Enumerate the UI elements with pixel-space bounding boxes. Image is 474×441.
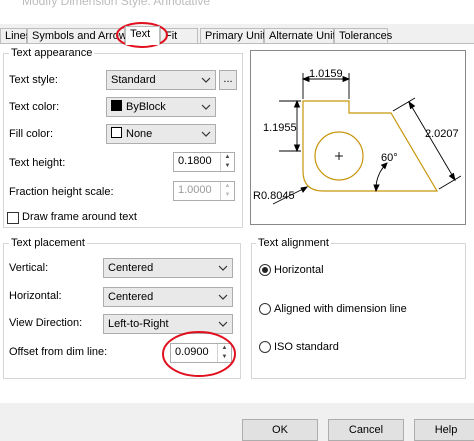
- spinner-buttons[interactable]: ▲ ▼: [217, 344, 231, 362]
- offset-value: 0.0900: [175, 346, 209, 358]
- text-color-value: ByBlock: [126, 101, 166, 113]
- fraction-height-label: Fraction height scale:: [9, 186, 114, 198]
- fill-color-select[interactable]: None: [106, 124, 216, 144]
- horizontal-value: Centered: [108, 291, 154, 303]
- dim-left-text: 1.1955: [263, 122, 297, 134]
- dimension-preview-drawing: 1.0159 1.1955 2.0207 60° R0.8045: [253, 68, 462, 205]
- tab-lines[interactable]: Lines: [0, 28, 31, 44]
- text-height-label: Text height:: [9, 157, 66, 169]
- fill-color-label: Fill color:: [9, 128, 54, 140]
- dim-right-text: 2.0207: [425, 128, 459, 140]
- spin-down-icon[interactable]: ▼: [221, 162, 234, 171]
- spin-down-icon: ▼: [224, 192, 231, 198]
- dim-top-text: 1.0159: [309, 68, 343, 80]
- radio-iso-standard[interactable]: [259, 341, 271, 353]
- chevron-down-icon: [201, 77, 211, 83]
- tab-fit[interactable]: Fit: [160, 28, 198, 44]
- offset-spinner[interactable]: 0.0900 ▲ ▼: [170, 343, 232, 363]
- dim-angle-text: 60°: [381, 152, 398, 164]
- spin-down-icon[interactable]: ▼: [218, 353, 231, 362]
- fill-color-value: None: [126, 128, 153, 140]
- radio-iso-label: ISO standard: [274, 341, 339, 353]
- part-outline: [302, 100, 439, 192]
- tab-text[interactable]: Text: [125, 26, 160, 45]
- text-style-value: Standard: [111, 74, 156, 86]
- draw-frame-label: Draw frame around text: [22, 211, 137, 223]
- radio-horizontal-label: Horizontal: [274, 264, 324, 276]
- chevron-down-icon: [201, 131, 211, 137]
- tab-primary-units[interactable]: Primary Units: [200, 28, 271, 44]
- view-direction-value: Left-to-Right: [108, 318, 169, 330]
- spinner-buttons[interactable]: ▲ ▼: [220, 153, 234, 171]
- tab-strip: Lines Symbols and Arrows Text Fit Primar…: [0, 26, 474, 45]
- fraction-height-spinner: 1.0000 ▲ ▼: [173, 181, 235, 201]
- chevron-down-icon: [218, 321, 228, 327]
- radio-aligned-label: Aligned with dimension line: [274, 303, 407, 315]
- text-alignment-legend: Text alignment: [256, 237, 331, 249]
- tab-tolerances[interactable]: Tolerances: [334, 28, 392, 44]
- dimension-preview: 1.0159 1.1955 2.0207 60° R0.8045: [250, 50, 466, 225]
- text-style-browse-button[interactable]: ...: [219, 70, 237, 90]
- title-bar: Modify Dimension Style: Annotative: [0, 0, 474, 24]
- draw-frame-checkbox[interactable]: [7, 212, 19, 224]
- radio-horizontal[interactable]: [259, 264, 271, 276]
- spin-up-icon: ▲: [224, 183, 231, 189]
- text-height-value: 0.1800: [178, 155, 212, 167]
- color-swatch-icon: [111, 100, 122, 111]
- tab-alternate-units[interactable]: Alternate Units: [264, 28, 341, 44]
- radio-aligned-with-dimension-line[interactable]: [259, 303, 271, 315]
- chevron-down-icon: [218, 294, 228, 300]
- spinner-buttons: ▲ ▼: [220, 182, 234, 200]
- dim-radius-text: R0.8045: [253, 190, 295, 202]
- chevron-down-icon: [201, 104, 211, 110]
- tab-symbols-and-arrows[interactable]: Symbols and Arrows: [27, 28, 132, 44]
- text-color-label: Text color:: [9, 101, 60, 113]
- offset-label: Offset from dim line:: [9, 346, 108, 358]
- text-placement-legend: Text placement: [9, 237, 87, 249]
- window-title: Modify Dimension Style: Annotative: [22, 0, 211, 8]
- view-direction-select[interactable]: Left-to-Right: [103, 314, 233, 334]
- chevron-down-icon: [218, 265, 228, 271]
- spin-up-icon[interactable]: ▲: [218, 344, 231, 353]
- view-direction-label: View Direction:: [9, 317, 83, 329]
- vertical-select[interactable]: Centered: [103, 258, 233, 278]
- horizontal-label: Horizontal:: [9, 290, 62, 302]
- vertical-value: Centered: [108, 262, 154, 274]
- text-appearance-legend: Text appearance: [9, 47, 95, 59]
- fraction-height-value: 1.0000: [178, 184, 212, 196]
- text-height-spinner[interactable]: 0.1800 ▲ ▼: [173, 152, 235, 172]
- text-color-select[interactable]: ByBlock: [106, 97, 216, 117]
- spin-up-icon[interactable]: ▲: [221, 153, 234, 162]
- empty-swatch-icon: [111, 127, 122, 138]
- vertical-label: Vertical:: [9, 262, 49, 274]
- horizontal-select[interactable]: Centered: [103, 287, 233, 307]
- text-style-label: Text style:: [9, 74, 58, 86]
- text-style-select[interactable]: Standard: [106, 70, 216, 90]
